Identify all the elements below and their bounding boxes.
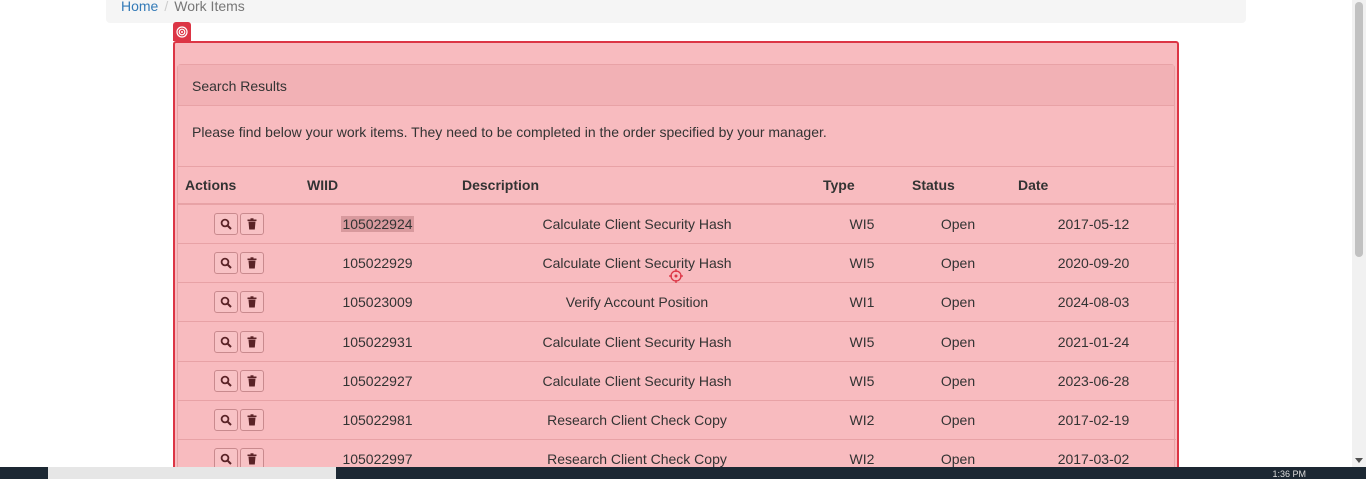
trash-icon (246, 257, 258, 269)
trash-icon (246, 296, 258, 308)
breadcrumb-separator: / (164, 0, 169, 14)
table-row: 105022931 Calculate Client Security Hash W… (178, 321, 1176, 362)
col-header-date: Date (1011, 167, 1176, 205)
search-icon (220, 336, 232, 348)
taskbar-clock: 1:36 PM (1272, 469, 1306, 479)
cell-status: Open (905, 243, 1011, 284)
cell-wiid: 105022927 (300, 361, 455, 401)
row-actions (178, 321, 300, 362)
col-header-wiid: WIID (300, 167, 455, 205)
crosshair-cursor-icon (669, 269, 683, 283)
cell-description: Calculate Client Security Hash (455, 204, 819, 244)
search-icon (220, 296, 232, 308)
breadcrumb: Home / Work Items (106, 0, 1246, 23)
cell-description: Verify Account Position (455, 282, 819, 323)
table-row: 105023009 Verify Account Position WI1 Open 2… (178, 282, 1176, 323)
panel-intro-text: Please find below your work items. They … (178, 106, 1174, 167)
cell-status: Open (905, 282, 1011, 323)
cell-wiid: 105022929 (300, 243, 455, 284)
cell-type: WI1 (819, 282, 905, 323)
cell-status: Open (905, 321, 1011, 362)
delete-button[interactable] (240, 409, 264, 432)
view-button[interactable] (214, 369, 238, 392)
page: Home / Work Items Search Results Please fi… (0, 0, 1366, 479)
row-actions (178, 204, 300, 244)
delete-button[interactable] (240, 251, 264, 274)
breadcrumb-current: Work Items (174, 0, 245, 14)
cell-type: WI5 (819, 321, 905, 362)
cell-wiid: 105022981 (300, 400, 455, 441)
row-actions (178, 400, 300, 441)
view-button[interactable] (214, 212, 238, 235)
wiid-value: 105022981 (342, 412, 413, 429)
vertical-scrollbar[interactable] (1352, 0, 1366, 467)
search-icon (220, 375, 232, 387)
cell-date: 2023-06-28 (1011, 361, 1176, 401)
cell-type: WI5 (819, 243, 905, 284)
trash-icon (246, 453, 258, 465)
row-actions (178, 361, 300, 401)
target-icon (173, 22, 191, 41)
cell-description: Calculate Client Security Hash (455, 243, 819, 284)
wiid-value: 105022924 (341, 215, 414, 232)
wiid-value: 105022929 (342, 254, 413, 271)
col-header-type: Type (819, 167, 905, 205)
cell-type: WI5 (819, 361, 905, 401)
cell-status: Open (905, 204, 1011, 244)
delete-button[interactable] (240, 291, 264, 314)
taskbar-window-strip[interactable] (48, 467, 336, 479)
cell-date: 2024-08-03 (1011, 282, 1176, 323)
cell-description: Calculate Client Security Hash (455, 321, 819, 362)
cell-wiid: 105022924 (300, 204, 455, 244)
table-row: 105022927 Calculate Client Security Hash W… (178, 361, 1176, 401)
work-items-table: Actions WIID Description Type Status Dat… (178, 167, 1176, 479)
delete-button[interactable] (240, 330, 264, 353)
scroll-down-arrow-icon[interactable] (1355, 458, 1363, 463)
col-header-status: Status (905, 167, 1011, 205)
trash-icon (246, 414, 258, 426)
trash-icon (246, 335, 258, 348)
wiid-value: 105023009 (342, 294, 413, 311)
delete-button[interactable] (240, 212, 264, 235)
table-body: 105022924 Calculate Client Security Hash W… (178, 204, 1176, 479)
col-header-description: Description (455, 167, 819, 205)
cell-description: Research Client Check Copy (455, 400, 819, 441)
breadcrumb-home-link[interactable]: Home (121, 0, 158, 14)
wiid-value: 105022997 (342, 451, 413, 468)
cell-date: 2017-05-12 (1011, 204, 1176, 244)
view-button[interactable] (214, 291, 238, 314)
scrollbar-thumb[interactable] (1355, 2, 1363, 257)
search-icon (220, 453, 232, 466)
table-row: 105022981 Research Client Check Copy WI2 Op… (178, 400, 1176, 441)
cell-wiid: 105023009 (300, 282, 455, 323)
cell-date: 2017-02-19 (1011, 400, 1176, 441)
wiid-value: 105022931 (342, 333, 413, 350)
view-button[interactable] (214, 251, 238, 274)
cell-date: 2021-01-24 (1011, 321, 1176, 362)
row-actions (178, 243, 300, 284)
delete-button[interactable] (240, 369, 264, 392)
cell-type: WI5 (819, 204, 905, 244)
panel-heading: Search Results (178, 65, 1174, 106)
cell-wiid: 105022931 (300, 321, 455, 362)
table-header-row: Actions WIID Description Type Status Dat… (178, 167, 1176, 205)
view-button[interactable] (214, 330, 238, 353)
trash-icon (246, 218, 258, 230)
col-header-actions: Actions (178, 167, 300, 205)
search-icon (220, 257, 232, 269)
search-icon (220, 414, 232, 426)
cell-type: WI2 (819, 400, 905, 441)
table-row: 105022924 Calculate Client Security Hash W… (178, 204, 1176, 244)
view-button[interactable] (214, 409, 238, 432)
search-icon (220, 218, 232, 230)
cell-status: Open (905, 400, 1011, 441)
row-actions (178, 282, 300, 323)
cell-description: Calculate Client Security Hash (455, 361, 819, 401)
wiid-value: 105022927 (342, 372, 413, 389)
cell-date: 2020-09-20 (1011, 243, 1176, 284)
trash-icon (246, 375, 258, 387)
cell-status: Open (905, 361, 1011, 401)
